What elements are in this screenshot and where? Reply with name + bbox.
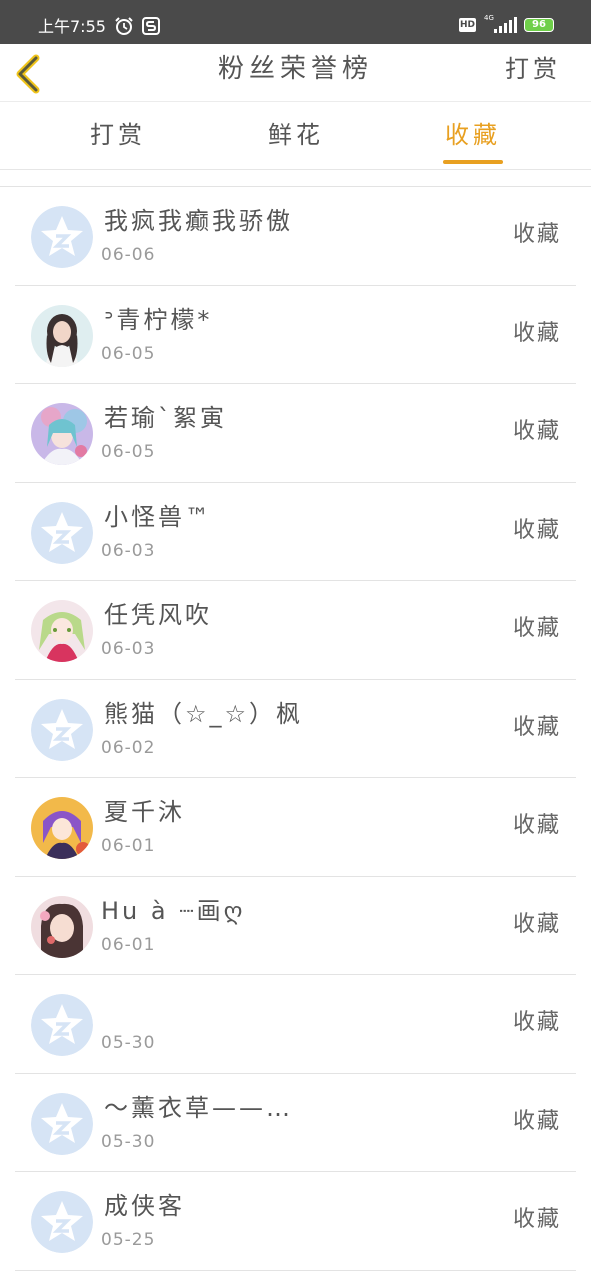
user-name: ～薰衣草——… [104,1093,293,1122]
list-item[interactable]: 夏千沐 06-01 收藏 [15,778,576,877]
action-label: 收藏 [512,1108,561,1134]
list-item[interactable]: 熊猫（☆_☆）枫 06-02 收藏 [15,680,576,778]
date-label: 05-25 [101,1230,156,1250]
user-name: 任凭风吹 [104,601,212,629]
action-label: 收藏 [512,517,561,543]
user-name: 成侠客 [104,1192,185,1220]
title-bar: 粉丝荣誉榜 打赏 [0,44,591,102]
user-name: ᐣ青柠檬* [104,305,213,334]
fan-list: 我疯我癫我骄傲 06-06 收藏 ᐣ青柠檬* 06-05 收藏 若瑜`絮寅 06… [0,186,591,1271]
action-label: 收藏 [512,320,561,346]
battery-icon: 96 [524,18,554,32]
signal-icon [490,16,518,34]
user-photo [31,895,93,958]
date-label: 06-02 [101,737,156,758]
list-item[interactable]: 若瑜`絮寅 06-05 收藏 [15,384,576,483]
anime-avatar [31,403,93,465]
default-avatar-icon [31,501,93,564]
action-label: 收藏 [512,419,561,444]
default-avatar-icon [31,1092,93,1155]
default-avatar-icon [31,698,93,761]
user-name: 小怪兽™ [104,502,212,531]
alarm-icon [114,16,134,36]
list-item[interactable]: 我疯我癫我骄傲 06-06 收藏 [15,187,576,286]
tab-reward[interactable]: 打赏 [58,118,178,168]
action-label: 收藏 [512,813,561,838]
anime-avatar [31,797,93,859]
date-label: 06-03 [101,639,156,659]
user-name: 夏千沐 [104,798,185,826]
anime-avatar [31,600,93,662]
date-label: 05-30 [101,1033,156,1053]
action-label: 收藏 [512,714,561,740]
hd-badge: HD [459,18,476,32]
default-avatar-icon [31,1191,93,1253]
date-label: 06-03 [101,540,156,561]
date-label: 06-05 [101,442,156,462]
status-time: 上午7:55 [38,17,106,36]
user-name: 我疯我癫我骄傲 [104,207,293,235]
action-label: 收藏 [512,911,561,937]
action-label: 收藏 [512,616,561,641]
list-item[interactable]: 05-30 收藏 [15,975,576,1074]
date-label: 05-30 [101,1131,156,1152]
list-item[interactable]: 成侠客 05-25 收藏 [15,1172,576,1271]
reward-button[interactable]: 打赏 [505,52,561,86]
status-bar: 上午7:55 HD 4G 96 [0,0,591,44]
date-label: 06-01 [101,836,156,856]
user-photo [31,304,93,367]
user-name: 熊猫（☆_☆）枫 [104,699,304,728]
app-s-icon [142,17,160,35]
tab-flowers[interactable]: 鲜花 [236,118,356,168]
date-label: 06-01 [101,934,156,955]
list-item[interactable]: ～薰衣草——… 05-30 收藏 [15,1074,576,1172]
list-item[interactable]: 任凭风吹 06-03 收藏 [15,581,576,680]
user-name: 若瑜`絮寅 [104,404,227,432]
date-label: 06-05 [101,343,156,364]
active-tab-indicator [443,160,503,164]
default-avatar-icon [31,994,93,1056]
action-label: 收藏 [512,1207,561,1232]
list-item[interactable]: Hu à ┈画ღ 06-01 收藏 [15,877,576,975]
date-label: 06-06 [101,245,156,265]
list-item[interactable]: ᐣ青柠檬* 06-05 收藏 [15,286,576,384]
user-name: Hu à ┈画ღ [101,896,246,925]
page-title: 粉丝荣誉榜 [217,54,373,84]
list-item[interactable]: 小怪兽™ 06-03 收藏 [15,483,576,581]
default-avatar-icon [31,206,93,268]
action-label: 收藏 [512,222,561,247]
action-label: 收藏 [512,1010,561,1035]
